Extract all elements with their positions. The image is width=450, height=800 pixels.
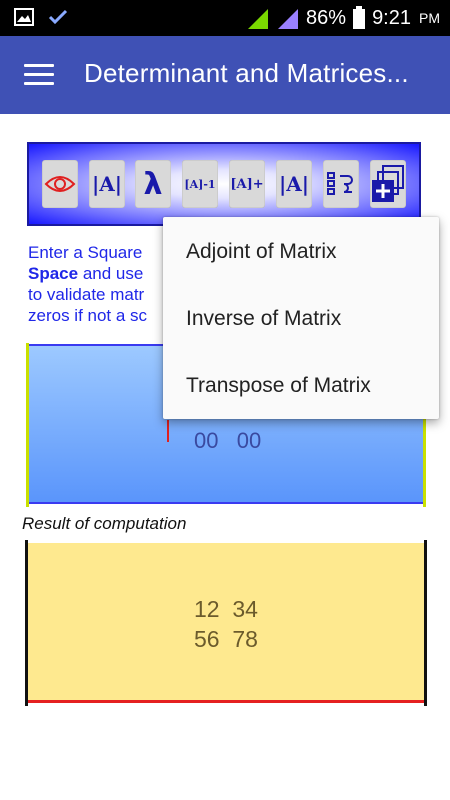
abs-matrix-icon: |A| <box>278 172 310 196</box>
result-label: Result of computation <box>22 514 187 533</box>
determinant-button[interactable]: |A| <box>89 160 125 208</box>
result-output: 12 34 56 78 <box>25 540 427 706</box>
result-line-1: 12 34 <box>194 596 258 622</box>
app-bar: Determinant and Matrices... <box>0 36 450 114</box>
menu-item-inverse[interactable]: Inverse of Matrix <box>163 286 439 352</box>
result-left-edge <box>25 540 28 706</box>
result-line-2: 56 78 <box>194 626 258 652</box>
check-icon <box>48 9 68 25</box>
add-matrix-button[interactable] <box>370 160 406 208</box>
eigenvalue-button[interactable]: λ <box>135 160 171 208</box>
hamburger-menu-icon[interactable] <box>24 64 54 86</box>
determinant-icon: |A| <box>91 172 123 196</box>
gallery-icon <box>14 8 34 26</box>
add-matrix-icon <box>372 165 404 202</box>
adjoint-icon: [A]+ <box>230 176 264 192</box>
list-button[interactable] <box>323 160 359 208</box>
eye-icon <box>44 176 76 192</box>
page-title: Determinant and Matrices... <box>84 58 409 88</box>
clock-ampm: PM <box>419 10 440 26</box>
menu-item-adjoint[interactable]: Adjoint of Matrix <box>163 219 439 285</box>
instructions-bold: Space <box>28 264 79 283</box>
list-icon <box>327 172 353 195</box>
status-bar: 86% 9:21 PM <box>0 0 450 36</box>
view-button[interactable] <box>42 160 78 208</box>
battery-percent: 86% <box>306 6 347 29</box>
battery-icon <box>353 6 366 29</box>
input-left-edge <box>26 343 29 507</box>
clock-time: 9:21 <box>372 6 411 29</box>
inverse-icon: [A]-1 <box>184 177 216 191</box>
signal-icon-2 <box>278 9 299 29</box>
menu-item-transpose[interactable]: Transpose of Matrix <box>163 353 439 419</box>
adjoint-button[interactable]: [A]+ <box>229 160 265 208</box>
result-right-edge <box>424 540 427 706</box>
text-cursor <box>167 420 169 442</box>
operations-menu: Adjoint of Matrix Inverse of Matrix Tran… <box>163 217 439 419</box>
signal-icon-1 <box>248 9 269 29</box>
lambda-icon: λ <box>143 166 163 202</box>
operations-toolbar: |A| λ [A]-1 [A]+ |A| <box>27 142 421 226</box>
norm-button[interactable]: |A| <box>276 160 312 208</box>
instructions-line-2-rest: and use <box>78 264 144 283</box>
inverse-button[interactable]: [A]-1 <box>182 160 218 208</box>
matrix-input-line: 00 00 <box>194 428 262 453</box>
